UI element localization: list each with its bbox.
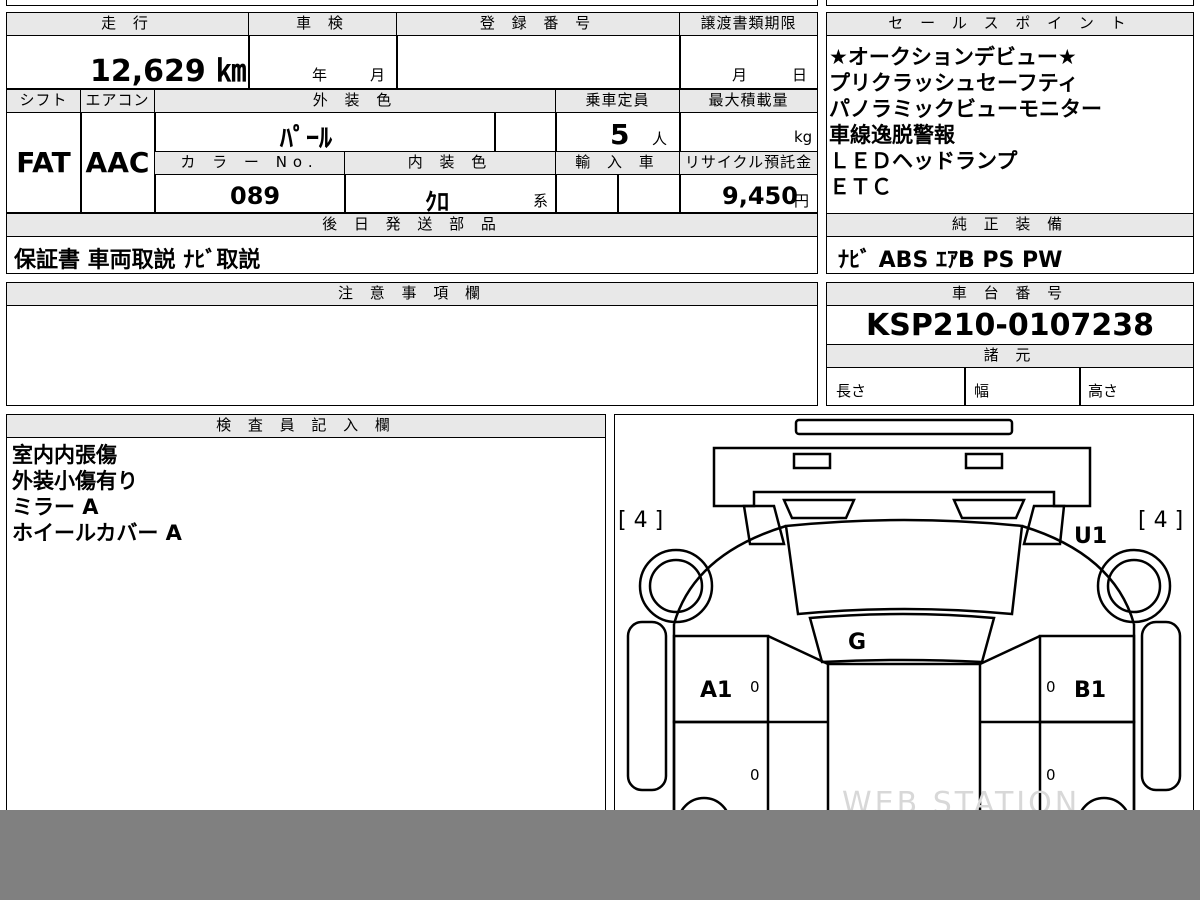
divider — [964, 368, 966, 406]
exterior-color-value: ﾊﾟｰﾙ — [280, 124, 333, 154]
inspector-note: 室内内張傷 — [12, 443, 117, 467]
damage-code-g: G — [848, 630, 867, 655]
inspector-notes: 室内内張傷 外装小傷有り ミラー A ホイールカバー A — [12, 442, 182, 546]
sales-point: パノラミックビューモニター — [829, 97, 1102, 121]
chassis-header: 車 台 番 号 — [826, 282, 1194, 306]
sales-point: 車線逸脱警報 — [829, 123, 955, 147]
registration-header: 登 録 番 号 — [396, 12, 680, 36]
recycle-fee-header: リサイクル預託金 — [679, 151, 818, 175]
dimensions-header: 諸 元 — [826, 344, 1194, 368]
divider — [494, 113, 496, 151]
genuine-equipment-header: 純 正 装 備 — [826, 213, 1194, 237]
shift-value: FAT — [16, 146, 71, 179]
max-load-header: 最大積載量 — [679, 89, 818, 113]
door-marker: 0 — [750, 766, 760, 784]
sales-point: ＥＴＣ — [829, 175, 892, 199]
capacity-value: 5 — [610, 118, 630, 151]
chassis-number: KSP210-0107238 — [865, 308, 1155, 343]
sales-points-header: セ ー ル ス ポ イ ン ト — [826, 12, 1194, 36]
sales-point: プリクラッシュセーフティ — [829, 71, 1079, 95]
transfer-month: 月 — [732, 66, 748, 84]
mileage-value: 12,629 ㎞ — [90, 54, 247, 89]
capacity-unit: 人 — [652, 130, 668, 148]
later-parts-header: 後 日 発 送 部 品 — [6, 213, 818, 237]
door-marker: 0 — [750, 678, 760, 696]
door-marker: 0 — [1046, 678, 1056, 696]
max-load-unit: kg — [794, 128, 813, 146]
capacity-header: 乗車定員 — [555, 89, 680, 113]
inspector-note: 外装小傷有り — [12, 469, 138, 493]
later-parts-value: 保証書 車両取説 ﾅﾋﾞ取説 — [14, 248, 261, 273]
recycle-fee-value: 9,450 — [722, 182, 798, 210]
transfer-day: 日 — [792, 66, 808, 84]
inspection-year: 年 — [312, 66, 328, 84]
interior-color-suffix: 系 — [533, 192, 549, 210]
tire-count-left: [ 4 ] — [618, 508, 664, 533]
color-no-value: 089 — [230, 182, 281, 210]
interior-color-header: 内 装 色 — [344, 151, 556, 175]
sales-points-list: ★オークションデビュー★ プリクラッシュセーフティ パノラミックビューモニター … — [829, 44, 1189, 200]
import-header: 輸 入 車 — [555, 151, 680, 175]
dimension-height: 高さ — [1088, 382, 1119, 400]
damage-code-a1: A1 — [700, 678, 733, 703]
top-edge-strip — [6, 0, 818, 6]
car-diagram — [626, 418, 1182, 834]
top-edge-strip-right — [826, 0, 1194, 6]
exterior-color-header: 外 装 色 — [154, 89, 556, 113]
divider — [555, 175, 557, 213]
aircon-header: エアコン — [80, 89, 155, 113]
dimension-width: 幅 — [974, 382, 990, 400]
dimension-length: 長さ — [836, 382, 867, 400]
inspector-note: ホイールカバー A — [12, 521, 182, 545]
divider — [555, 113, 557, 151]
aircon-value: AAC — [85, 146, 150, 179]
sales-point: ★オークションデビュー★ — [829, 45, 1077, 69]
door-marker: 0 — [1046, 766, 1056, 784]
transfer-deadline-header: 譲渡書類期限 — [679, 12, 818, 36]
inspector-note: ミラー A — [12, 495, 99, 519]
divider — [344, 175, 346, 213]
mileage-header: 走 行 — [6, 12, 249, 36]
shift-header: シフト — [6, 89, 81, 113]
inspector-header: 検 査 員 記 入 欄 — [6, 414, 606, 438]
color-no-header: カ ラ ー No. — [154, 151, 345, 175]
divider — [396, 36, 398, 88]
divider — [679, 36, 681, 88]
bottom-overlay-bar — [0, 810, 1200, 900]
sales-point: ＬＥＤヘッドランプ — [829, 149, 1018, 173]
damage-code-u1: U1 — [1074, 524, 1108, 549]
divider — [248, 36, 250, 88]
damage-code-b1: B1 — [1074, 678, 1107, 703]
divider — [617, 175, 619, 213]
recycle-fee-unit: 円 — [794, 192, 810, 210]
notes-header: 注 意 事 項 欄 — [6, 282, 818, 306]
tire-count-right: [ 4 ] — [1138, 508, 1184, 533]
inspection-month: 月 — [370, 66, 386, 84]
genuine-equipment-value: ﾅﾋﾞ ABS ｴｱB PS PW — [838, 248, 1063, 273]
divider — [1079, 368, 1081, 406]
inspection-header: 車 検 — [248, 12, 397, 36]
